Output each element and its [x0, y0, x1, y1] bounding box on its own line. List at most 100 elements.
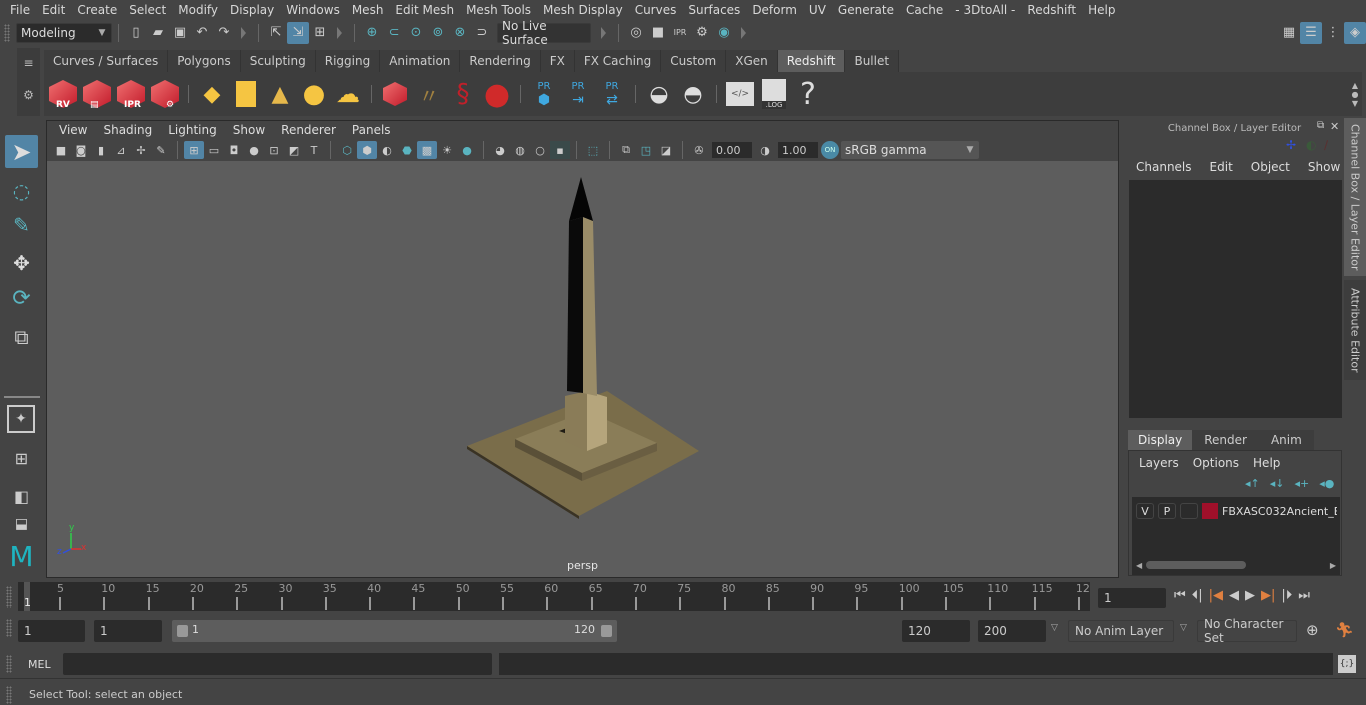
menu-edit[interactable]: Edit [36, 3, 71, 17]
new-empty-layer-icon[interactable]: ◂+ [1295, 477, 1310, 490]
scroll-thumb[interactable]: ● [1352, 90, 1359, 99]
time-slider[interactable]: 1 5 10 15 20 25 30 35 40 45 50 55 60 65 70 75 80 85 90 95 1… [18, 582, 1090, 611]
move-layer-up-icon[interactable]: ◂↑ [1245, 477, 1260, 490]
shelf-tab-xgen[interactable]: XGen [726, 50, 778, 72]
menu-generate[interactable]: Generate [832, 3, 900, 17]
channel-box-area[interactable] [1129, 180, 1342, 418]
options-menu[interactable]: Options [1193, 456, 1239, 470]
redo-icon[interactable]: ↷ [213, 22, 235, 44]
side-tab-channel-box[interactable]: Channel Box / Layer Editor [1344, 118, 1366, 276]
shelf-tab-custom[interactable]: Custom [661, 50, 727, 72]
color-management-toggle-icon[interactable]: ON [821, 141, 839, 159]
grease-pencil-icon[interactable]: ✎ [151, 141, 171, 159]
bookmark-icon[interactable]: ▮ [91, 141, 111, 159]
script-editor-button-icon[interactable]: {;} [1338, 655, 1356, 673]
grip-handle[interactable] [4, 23, 10, 42]
log-icon[interactable]: .LOG [759, 76, 789, 112]
bake-single-icon[interactable]: ◓ [678, 76, 708, 112]
hyper-icon[interactable]: ∕ [1324, 138, 1328, 152]
scroll-down-icon[interactable]: ▼ [1352, 99, 1358, 108]
select-component-icon[interactable]: ⊞ [309, 22, 331, 44]
select-tool-icon[interactable]: ➤ [5, 135, 38, 168]
auto-key-icon[interactable]: ⊕ [1306, 621, 1319, 639]
command-language-label[interactable]: MEL [28, 658, 51, 671]
render-current-icon[interactable]: ■ [647, 22, 669, 44]
lasso-tool-icon[interactable]: ◌ [5, 174, 38, 207]
viewport-menu-show[interactable]: Show [225, 123, 273, 137]
redshift-render-view-icon[interactable]: RV [48, 76, 78, 112]
help-icon[interactable]: ? [793, 76, 823, 112]
layers-menu[interactable]: Layers [1139, 456, 1179, 470]
redshift-hair-icon[interactable]: 〃 [414, 76, 444, 112]
new-layer-from-selected-icon[interactable]: ◂● [1319, 477, 1334, 490]
ipr-render-icon[interactable]: IPR [669, 22, 691, 44]
viewport-menu-lighting[interactable]: Lighting [160, 123, 225, 137]
shelf-tab-fx[interactable]: FX [540, 50, 575, 72]
layer-tab-anim[interactable]: Anim [1258, 430, 1314, 450]
command-input[interactable] [63, 653, 492, 675]
modeling-toolkit-icon[interactable]: ▦ [1278, 22, 1300, 44]
shelf-tabs-menu-icon[interactable]: ≡ [17, 56, 40, 70]
motion-blur-icon[interactable]: ◍ [510, 141, 530, 159]
menu-surfaces[interactable]: Surfaces [682, 3, 746, 17]
menu-create[interactable]: Create [71, 3, 123, 17]
scroll-left-icon[interactable]: ◀ [1136, 561, 1142, 570]
channels-menu[interactable]: Channels [1132, 160, 1196, 174]
viewport-menu-view[interactable]: View [51, 123, 95, 137]
range-slider[interactable]: 1 120 [172, 620, 617, 642]
redshift-material-sphere-icon[interactable]: ● [482, 76, 512, 112]
character-set-chevron-icon[interactable]: ▽ [1180, 623, 1187, 633]
four-view-layout-icon[interactable]: ⊞ [5, 442, 38, 475]
move-tool-icon[interactable]: ✥ [5, 246, 38, 279]
render-view-icon[interactable]: ◎ [625, 22, 647, 44]
shelf-tab-polygons[interactable]: Polygons [168, 50, 241, 72]
rotate-tool-icon[interactable]: ⟳ [5, 282, 38, 315]
snap-view-plane-icon[interactable]: ⊚ [427, 22, 449, 44]
menu-display[interactable]: Display [224, 3, 280, 17]
menu-file[interactable]: File [4, 3, 36, 17]
layer-tab-render[interactable]: Render [1192, 430, 1259, 450]
pr-export-icon[interactable]: PR ⇥ [563, 76, 593, 112]
playback-start-field[interactable]: 1 [94, 620, 162, 642]
exposure-field[interactable]: 0.00 [712, 142, 752, 158]
use-all-lights-icon[interactable]: ☀ [437, 141, 457, 159]
snap-curve-icon[interactable]: ⊂ [383, 22, 405, 44]
smooth-shade-icon[interactable]: ⬢ [357, 141, 377, 159]
step-back-frame-icon[interactable]: ⏴| [1192, 588, 1203, 603]
workspace-dropdown[interactable]: Modeling ▼ [16, 22, 112, 43]
resolution-gate-icon[interactable]: ◘ [224, 141, 244, 159]
scale-tool-icon[interactable]: ⧉ [5, 320, 38, 353]
textured-icon[interactable]: ▩ [417, 141, 437, 159]
float-panel-icon[interactable]: ⧉ [1317, 120, 1324, 131]
menu-mesh-tools[interactable]: Mesh Tools [460, 3, 537, 17]
side-tab-attribute-editor[interactable]: Attribute Editor [1344, 280, 1366, 380]
redshift-sun-sky-icon[interactable]: ☁ [333, 76, 363, 112]
edit-menu[interactable]: Edit [1206, 160, 1237, 174]
menu-modify[interactable]: Modify [172, 3, 224, 17]
safe-title-icon[interactable]: T [304, 141, 324, 159]
layer-color-swatch[interactable] [1202, 503, 1218, 519]
close-panel-icon[interactable]: ✕ [1330, 120, 1339, 133]
speed-icon[interactable]: ◐ [1306, 138, 1316, 152]
isolate-select-icon[interactable]: ⬚ [583, 141, 603, 159]
snap-grid-icon[interactable]: ⊕ [361, 22, 383, 44]
save-scene-icon[interactable]: ▣ [169, 22, 191, 44]
show-menu[interactable]: Show [1304, 160, 1344, 174]
redshift-render-settings-icon[interactable]: ⚙ [150, 76, 180, 112]
layer-help-menu[interactable]: Help [1253, 456, 1280, 470]
field-chart-icon[interactable]: ⊡ [264, 141, 284, 159]
2d-pan-zoom-icon[interactable]: ✢ [131, 141, 151, 159]
snap-point-icon[interactable]: ⊙ [405, 22, 427, 44]
obelisk-model[interactable] [467, 177, 699, 519]
menu-mesh[interactable]: Mesh [346, 3, 390, 17]
camera-attributes-icon[interactable]: ◙ [71, 141, 91, 159]
snap-surface-icon[interactable]: ⊃ [471, 22, 493, 44]
shelf-tab-bullet[interactable]: Bullet [845, 50, 900, 72]
tool-settings-icon[interactable]: ⋮ [1322, 22, 1344, 44]
viewport-scene[interactable] [47, 161, 1118, 577]
shelf-tab-fx-caching[interactable]: FX Caching [574, 50, 662, 72]
menu-mesh-display[interactable]: Mesh Display [537, 3, 629, 17]
layer-row[interactable]: V P FBXASC032Ancient_Egyptian [1136, 503, 1337, 519]
redshift-spot-light-icon[interactable]: ▲ [265, 76, 295, 112]
range-start-handle[interactable] [177, 625, 188, 637]
